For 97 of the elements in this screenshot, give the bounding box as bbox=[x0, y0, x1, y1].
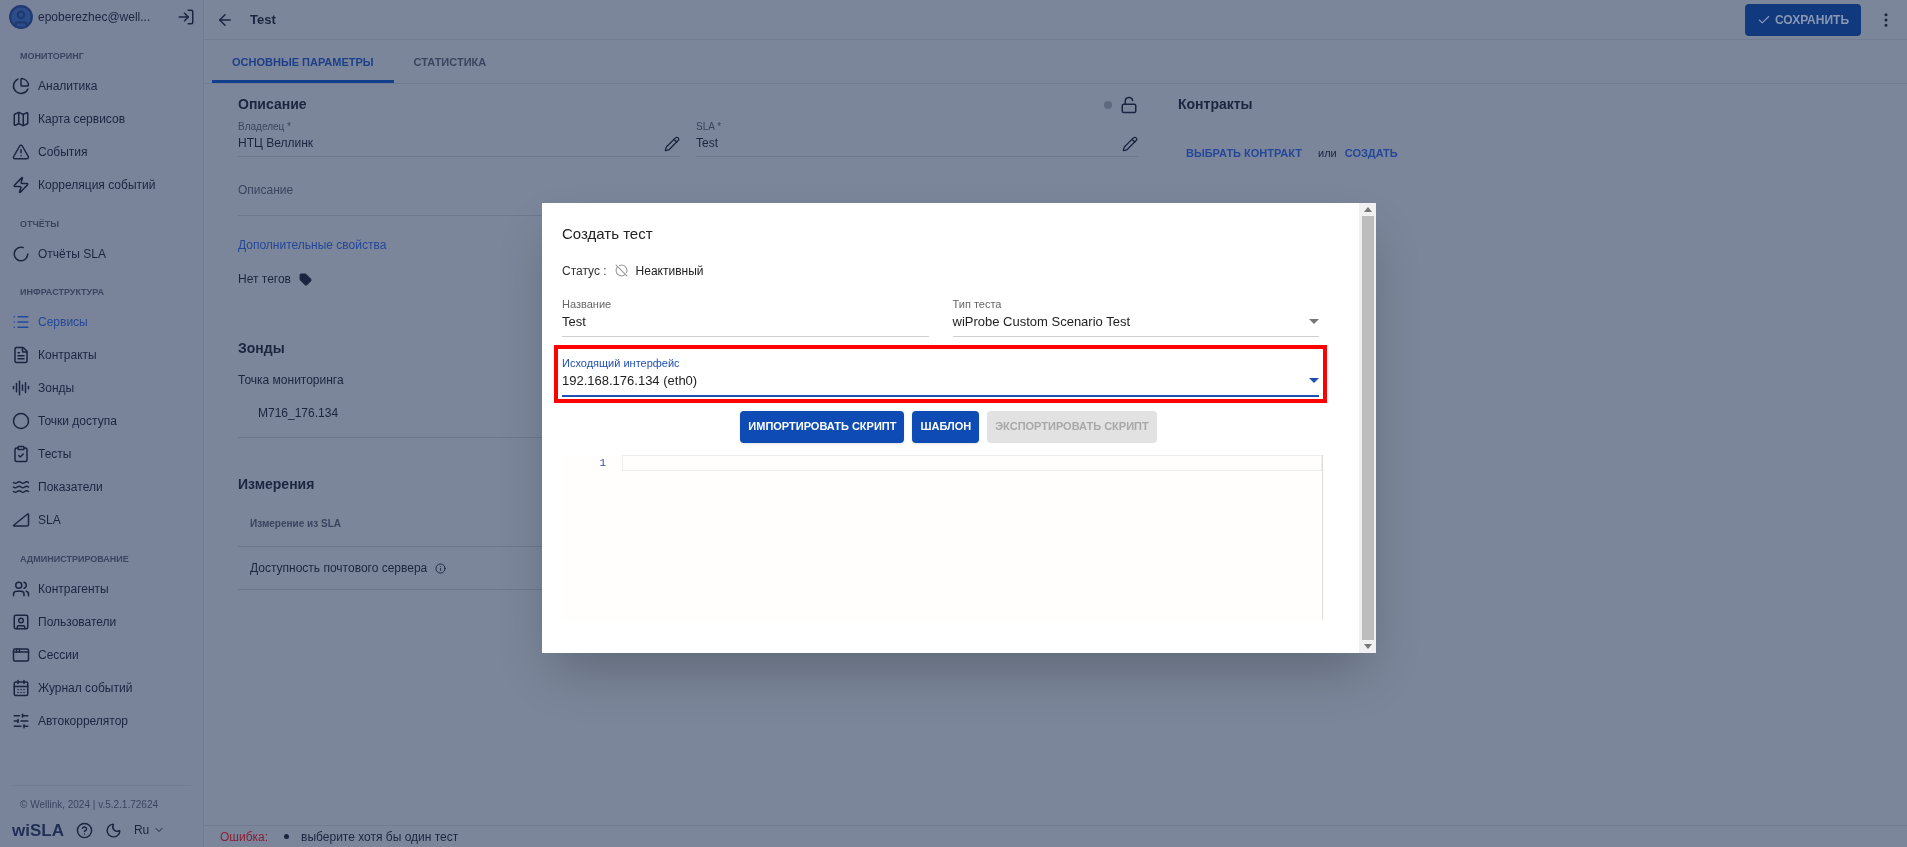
dropdown-caret-icon bbox=[1309, 378, 1319, 384]
sidebar-item[interactable]: Сессии bbox=[0, 638, 203, 671]
language-select[interactable]: Ru bbox=[133, 821, 166, 840]
choose-contract-link[interactable]: ВЫБРАТЬ КОНТРАКТ bbox=[1186, 145, 1303, 162]
section-heading: ОТЧЁТЫ bbox=[19, 217, 61, 231]
user-card-icon bbox=[12, 612, 30, 631]
sidebar-item[interactable]: Журнал событий bbox=[0, 671, 203, 704]
table-cell-text: Доступность почтового сервера bbox=[250, 560, 428, 577]
scroll-up-arrow-icon[interactable] bbox=[1363, 207, 1372, 212]
help-icon[interactable] bbox=[75, 821, 93, 839]
avatar-icon bbox=[8, 4, 34, 30]
logout-icon[interactable] bbox=[177, 8, 195, 26]
window-icon bbox=[12, 645, 30, 664]
logo: wiSLA bbox=[12, 819, 64, 842]
sidebar-item[interactable]: Отчёты SLA bbox=[0, 237, 203, 270]
moon-icon[interactable] bbox=[104, 821, 122, 839]
edit-icon[interactable] bbox=[1122, 136, 1138, 152]
sidebar-item[interactable]: Показатели bbox=[0, 470, 203, 504]
dropdown-field[interactable]: Тип теста wiProbe Custom Scenario Test bbox=[952, 291, 1319, 337]
sidebar-item[interactable]: Корреляция событий bbox=[0, 168, 203, 202]
error-message: выберите хотя бы один тест bbox=[301, 828, 459, 846]
field-label: Название bbox=[562, 296, 613, 312]
field-value: Test bbox=[696, 135, 719, 152]
sliders-icon bbox=[12, 711, 30, 730]
field-value: НТЦ Веллинк bbox=[238, 135, 314, 152]
sidebar-item[interactable]: Сервисы bbox=[0, 305, 203, 339]
section-title: Зонды bbox=[238, 339, 285, 358]
scrollbar[interactable] bbox=[1359, 203, 1376, 653]
field-label: Владелец * bbox=[238, 120, 292, 134]
calendar-icon bbox=[12, 678, 30, 697]
or-text: или bbox=[1318, 146, 1337, 161]
dialog-title: Создать тест bbox=[562, 224, 654, 244]
create-link[interactable]: СОЗДАТЬ bbox=[1344, 145, 1398, 162]
bullet-icon bbox=[284, 834, 290, 839]
sidebar-item[interactable]: Аналитика bbox=[0, 69, 203, 103]
inactive-icon bbox=[614, 264, 628, 277]
status-label: Статус : bbox=[562, 262, 607, 280]
field-label: Исходящий интерфейс bbox=[562, 355, 681, 371]
page-title: Test bbox=[250, 10, 276, 29]
lightning-icon bbox=[12, 176, 30, 194]
field-value: Test bbox=[562, 313, 586, 331]
document-icon bbox=[12, 346, 30, 364]
checklist-icon bbox=[12, 445, 30, 463]
status-dot-icon bbox=[1104, 100, 1112, 109]
unlocked-icon[interactable] bbox=[1120, 95, 1138, 114]
tag-icon[interactable] bbox=[298, 272, 312, 286]
ring-icon bbox=[12, 244, 30, 263]
field-value: wiProbe Custom Scenario Test bbox=[952, 313, 1130, 331]
tab[interactable]: СТАТИСТИКА bbox=[393, 45, 507, 83]
field-label: SLA * bbox=[696, 120, 722, 134]
map-icon bbox=[12, 110, 30, 128]
sidebar-item[interactable]: Пользователи bbox=[0, 605, 203, 638]
action-button[interactable]: ИМПОРТИРОВАТЬ СКРИПТ bbox=[740, 410, 905, 443]
tab[interactable]: ОСНОВНЫЕ ПАРАМЕТРЫ bbox=[212, 45, 394, 83]
sidebar-item[interactable]: Контрагенты bbox=[0, 572, 203, 605]
user-name: epoberezhec@well... bbox=[38, 9, 152, 26]
edit-icon[interactable] bbox=[664, 136, 680, 152]
people-icon bbox=[12, 579, 30, 598]
section-heading: АДМИНИСТРИРОВАНИЕ bbox=[19, 552, 130, 566]
triangle-icon bbox=[12, 511, 30, 529]
pie-chart-icon bbox=[12, 77, 30, 95]
section-title: Контракты bbox=[1178, 95, 1254, 114]
info-icon[interactable] bbox=[435, 562, 447, 574]
list-icon bbox=[12, 313, 30, 331]
sidebar-item[interactable]: Контракты bbox=[0, 338, 203, 372]
extra-properties-link[interactable]: Дополнительные свойства bbox=[238, 236, 387, 254]
sidebar-item[interactable]: Автокоррелятор bbox=[0, 704, 203, 737]
sound-wave-icon bbox=[12, 379, 30, 397]
action-button[interactable]: ШАБЛОН bbox=[912, 410, 980, 443]
section-title: Описание bbox=[238, 95, 307, 114]
tags-text: Нет тегов bbox=[238, 271, 291, 288]
column-heading: Измерение из SLA bbox=[250, 517, 341, 529]
section-title: Измерения bbox=[238, 474, 315, 494]
section-heading: МОНИТОРИНГ bbox=[19, 50, 85, 63]
copyright-text: © Wellink, 2024 | v.5.2.1.72624 bbox=[19, 799, 159, 810]
sidebar-item[interactable]: Карта сервисов bbox=[0, 102, 203, 136]
line-number: 1 bbox=[599, 455, 606, 471]
sidebar-item[interactable]: Точки доступа bbox=[0, 404, 203, 438]
warning-icon bbox=[12, 143, 30, 161]
column-heading: Точка мониторинга bbox=[238, 372, 344, 389]
save-button[interactable]: СОХРАНИТЬ bbox=[1744, 3, 1861, 36]
status-value: Неактивный bbox=[635, 262, 704, 280]
sidebar-item[interactable]: Тесты bbox=[0, 437, 203, 471]
section-heading: ИНФРАСТРУКТУРА bbox=[19, 286, 105, 299]
dropdown-caret-icon bbox=[1309, 319, 1319, 325]
waves-icon bbox=[12, 478, 30, 496]
dropdown-field[interactable]: Исходящий интерфейс 192.168.176.134 (eth0) bbox=[562, 350, 1319, 397]
sidebar-item[interactable]: SLA bbox=[0, 503, 203, 537]
sidebar-item[interactable]: Зонды bbox=[0, 371, 203, 405]
field-value: 192.168.176.134 (eth0) bbox=[562, 372, 698, 390]
table-cell: M716_176.134 bbox=[258, 406, 339, 420]
input-field[interactable]: Название Test bbox=[562, 291, 929, 337]
circle-icon bbox=[12, 412, 30, 430]
error-label: Ошибка: bbox=[220, 828, 269, 846]
sidebar-item[interactable]: События bbox=[0, 135, 203, 169]
scroll-down-arrow-icon[interactable] bbox=[1363, 644, 1372, 649]
field-label: Тип теста bbox=[952, 296, 1003, 312]
